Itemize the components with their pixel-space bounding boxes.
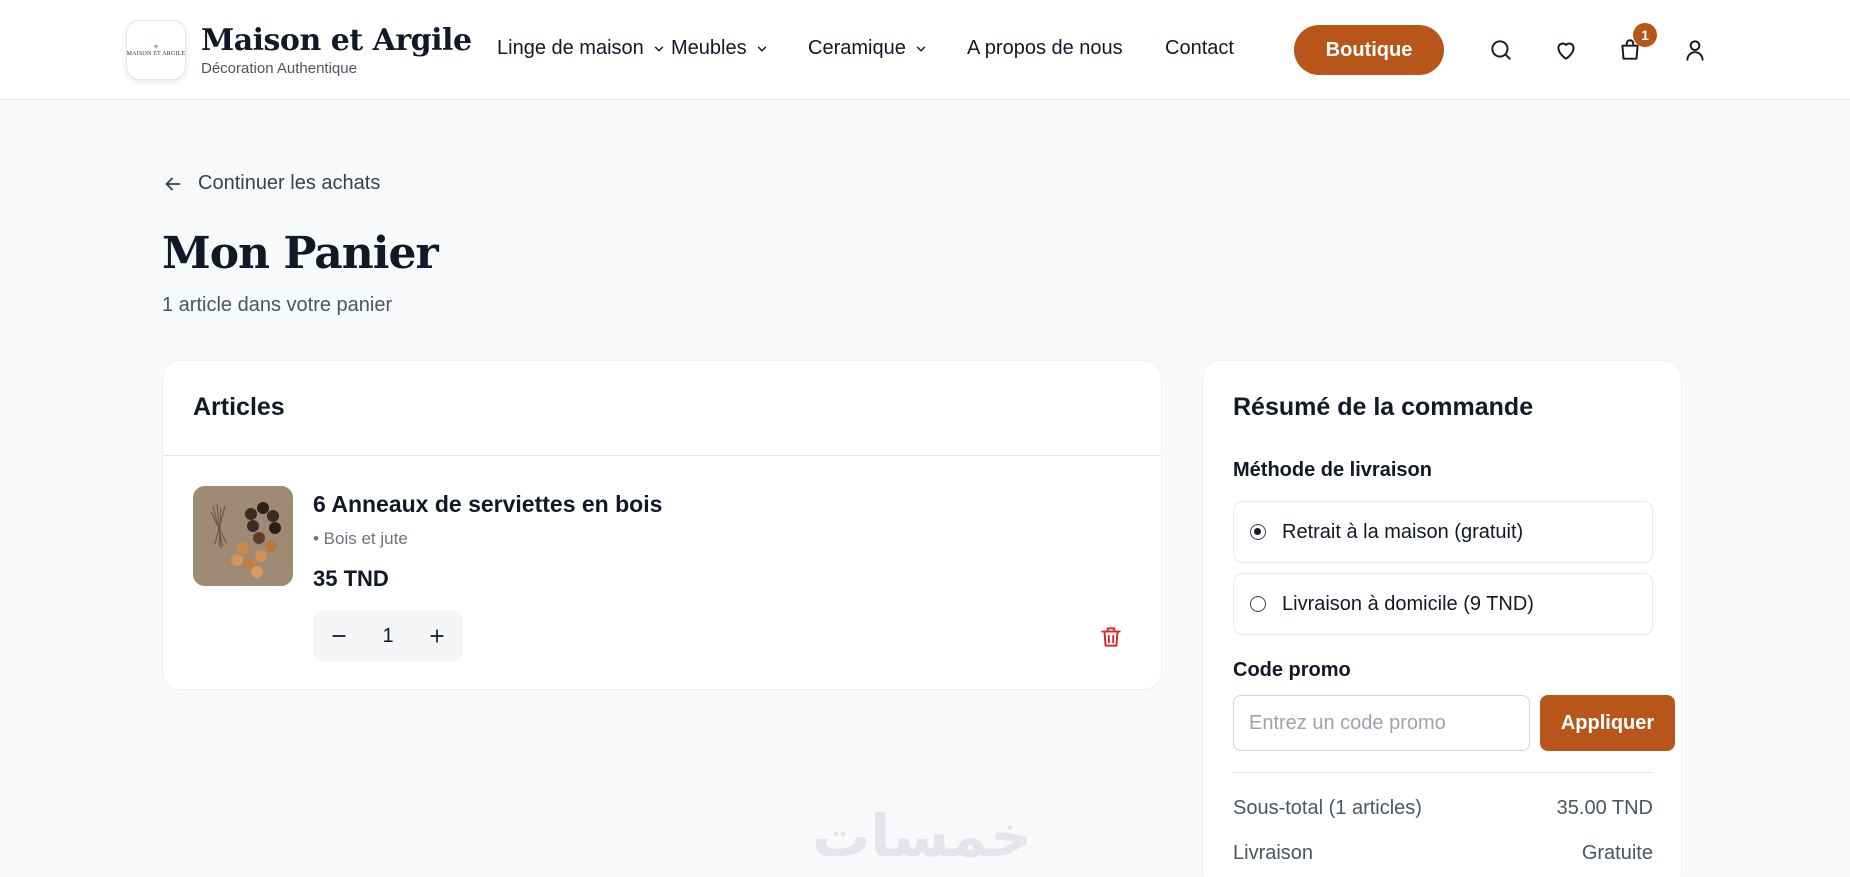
- search-icon[interactable]: [1488, 37, 1514, 63]
- heart-icon[interactable]: [1553, 37, 1579, 63]
- quantity-stepper: 1: [313, 611, 463, 661]
- product-variant: • Bois et jute: [313, 529, 408, 548]
- logo-mark-text: MAISON ET ARGILE: [126, 50, 186, 57]
- shipping-method-label: Méthode de livraison: [1233, 459, 1432, 481]
- radio-unselected[interactable]: [1250, 596, 1266, 612]
- brand-name[interactable]: Maison et Argile: [201, 23, 472, 58]
- napkin-rings-image: [193, 486, 293, 586]
- cart-count-subtitle: 1 article dans votre panier: [162, 294, 393, 316]
- subtotal-value: 35.00 TND: [1556, 797, 1653, 819]
- chevron-down-icon: [757, 46, 766, 51]
- continue-shopping-link[interactable]: Continuer les achats: [162, 172, 380, 195]
- product-thumbnail[interactable]: [193, 486, 293, 586]
- articles-card: Articles 6 Anneaux de serviettes en bois…: [162, 360, 1162, 690]
- plus-icon: [430, 629, 444, 643]
- shipping-cost-value: Gratuite: [1581, 842, 1653, 864]
- product-name[interactable]: 6 Anneaux de serviettes en bois: [313, 491, 662, 518]
- remove-item-button[interactable]: [1098, 624, 1124, 650]
- quantity-value: 1: [382, 624, 394, 647]
- brand-tagline: Décoration Authentique: [201, 60, 357, 77]
- nav-label: A propos de nous: [967, 37, 1123, 59]
- watermark-logo: خمسات: [812, 802, 1032, 870]
- nav-ceramique[interactable]: Ceramique: [808, 37, 928, 60]
- shipping-row: Livraison Gratuite: [1233, 842, 1653, 865]
- shipping-option-pickup[interactable]: Retrait à la maison (gratuit): [1233, 501, 1653, 563]
- arrow-left-icon: [165, 177, 181, 190]
- page-title: Mon Panier: [162, 228, 439, 279]
- articles-heading: Articles: [163, 361, 1161, 456]
- brand-logo[interactable]: ✳ MAISON ET ARGILE: [126, 20, 186, 80]
- nav-contact[interactable]: Contact: [1165, 37, 1234, 60]
- user-icon[interactable]: [1682, 37, 1708, 63]
- decrease-quantity-button[interactable]: [327, 624, 351, 648]
- chevron-down-icon: [916, 46, 926, 51]
- product-price: 35 TND: [313, 566, 389, 591]
- cart-count-badge: 1: [1633, 23, 1657, 47]
- shipping-option-label: Livraison à domicile (9 TND): [1282, 592, 1534, 615]
- shipping-option-label: Retrait à la maison (gratuit): [1282, 520, 1524, 543]
- nav-label: Meubles: [671, 37, 747, 59]
- order-summary-title: Résumé de la commande: [1233, 393, 1534, 421]
- increase-quantity-button[interactable]: [425, 624, 449, 648]
- boutique-button[interactable]: Boutique: [1294, 25, 1444, 75]
- nav-linge-de-maison[interactable]: Linge de maison: [497, 37, 666, 60]
- promo-code-label: Code promo: [1233, 659, 1351, 681]
- shipping-cost-label: Livraison: [1233, 842, 1314, 864]
- nav-label: Contact: [1165, 37, 1234, 59]
- nav-label: Linge de maison: [497, 37, 644, 59]
- subtotal-label: Sous-total (1 articles): [1233, 797, 1422, 819]
- promo-code-input[interactable]: [1233, 695, 1530, 751]
- continue-shopping-label: Continuer les achats: [198, 172, 381, 194]
- site-header: ✳ MAISON ET ARGILE Maison et Argile Déco…: [0, 0, 1850, 100]
- minus-icon: [332, 635, 346, 637]
- order-summary-card: Résumé de la commande Méthode de livrais…: [1202, 360, 1682, 877]
- logo-star-icon: ✳: [153, 43, 159, 51]
- subtotal-row: Sous-total (1 articles) 35.00 TND: [1233, 797, 1653, 820]
- radio-selected[interactable]: [1250, 524, 1266, 540]
- chevron-down-icon: [654, 46, 664, 51]
- nav-a-propos[interactable]: A propos de nous: [967, 37, 1123, 60]
- nav-label: Ceramique: [808, 37, 906, 59]
- nav-meubles[interactable]: Meubles: [671, 37, 769, 60]
- apply-promo-button[interactable]: Appliquer: [1540, 695, 1675, 751]
- trash-icon: [1101, 627, 1121, 647]
- summary-divider: [1233, 772, 1653, 773]
- shipping-option-delivery[interactable]: Livraison à domicile (9 TND): [1233, 573, 1653, 635]
